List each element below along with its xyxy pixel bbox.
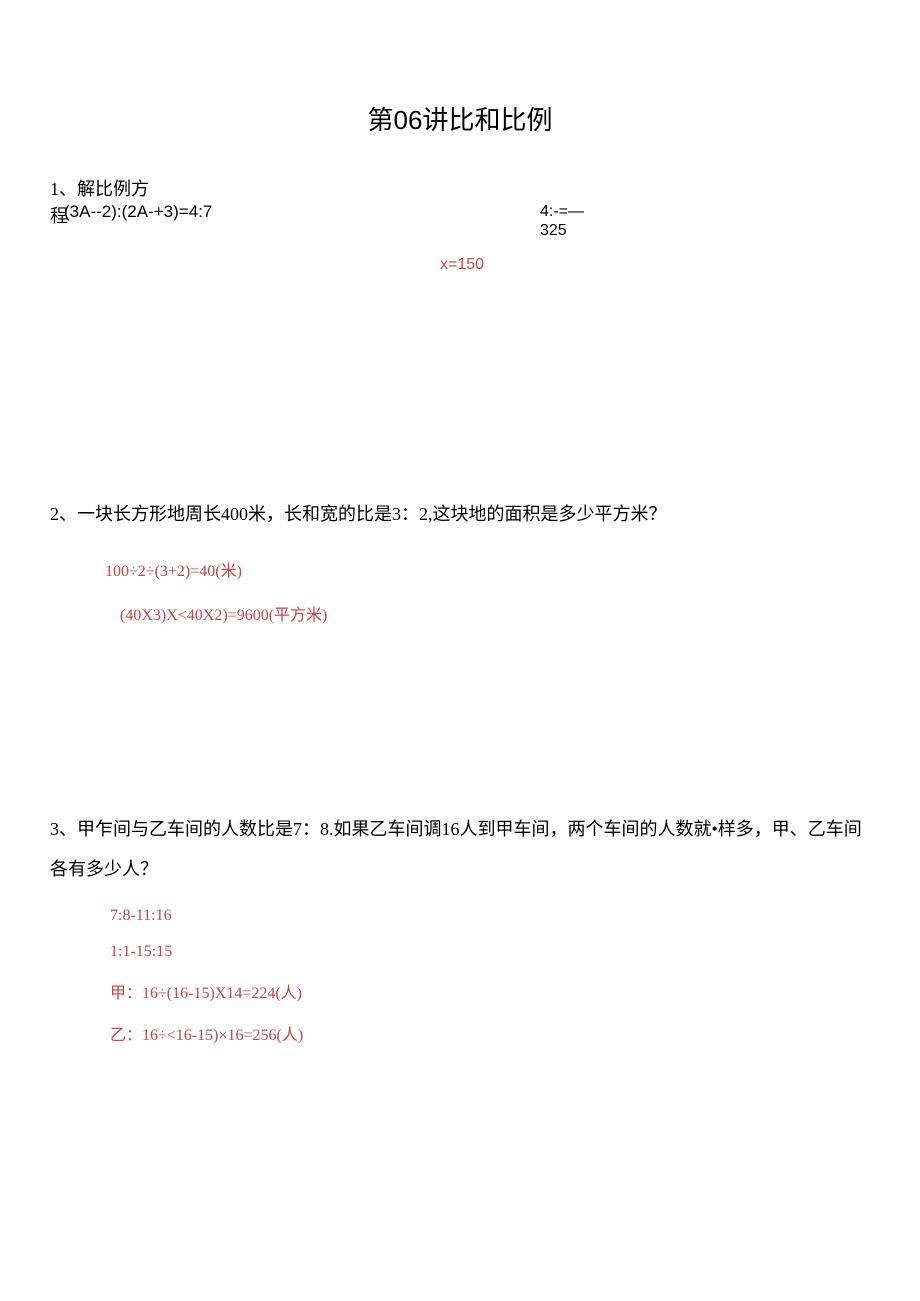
q2-answer-1: 100÷2÷(3+2)=40(米) xyxy=(105,557,667,581)
q3-header: 3、甲乍间与乙车间的人数比是7：8.如果乙车间调16人到甲车间，两个车间的人数就… xyxy=(50,810,870,889)
q1-answer: x=150 xyxy=(440,256,484,274)
question-1: 1、解比例方 程 (3A--2):(2A-+3)=4:7 xyxy=(50,177,870,228)
q3-answer-3: 甲：16÷(16-15)X14=224(人) xyxy=(110,979,870,1003)
question-3: 3、甲乍间与乙车间的人数比是7：8.如果乙车间调16人到甲车间，两个车间的人数就… xyxy=(50,810,870,1063)
q1-row: 程 (3A--2):(2A-+3)=4:7 xyxy=(50,202,870,228)
q3-answer-2: 1:1-15:15 xyxy=(110,943,870,961)
q1-right-top: 4:-=— xyxy=(540,202,584,221)
question-2: 2、一块长方形地周长400米，长和宽的比是3：2,这块地的面积是多少平方米？ 1… xyxy=(50,500,667,625)
q3-answer-4: 乙：16÷<16-15)×16=256(人) xyxy=(110,1021,870,1045)
q3-answer-1: 7:8-11:16 xyxy=(110,907,870,925)
page-title: 第06讲比和比例 xyxy=(50,100,870,137)
q2-header: 2、一块长方形地周长400米，长和宽的比是3：2,这块地的面积是多少平方米？ xyxy=(50,500,667,529)
q1-equation-left: (3A--2):(2A-+3)=4:7 xyxy=(64,202,212,228)
q3-answers: 7:8-11:16 1:1-15:15 甲：16÷(16-15)X14=224(… xyxy=(110,907,870,1045)
q2-answer-2: (40X3)X<40X2)=9600(平方米) xyxy=(120,601,667,625)
q1-right-expression: 4:-=— 325 xyxy=(540,202,584,240)
q1-right-bottom: 325 xyxy=(540,221,584,240)
q1-line1: 1、解比例方 xyxy=(50,177,870,202)
